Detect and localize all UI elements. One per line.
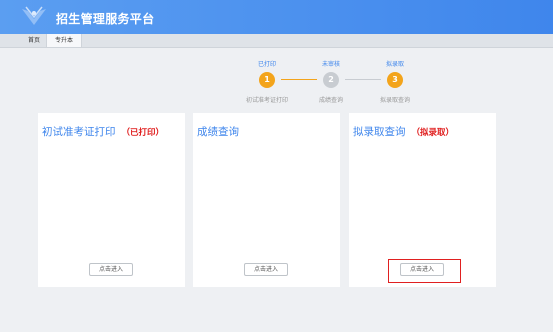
card-title-text: 拟录取查询 — [353, 126, 406, 138]
step-1-label: 初试准考证打印 — [245, 97, 288, 104]
card-title-text: 初试准考证打印 — [42, 126, 116, 138]
card-admission-ticket-print: 初试准考证打印 （已打印） 点击进入 — [38, 113, 185, 287]
step-3-circle: 3 — [387, 72, 403, 88]
step-2-status: 未审核 — [321, 61, 340, 68]
card-title-text: 成绩查询 — [197, 126, 239, 138]
card-score-query: 成绩查询 点击进入 — [193, 113, 340, 287]
enter-button[interactable]: 点击进入 — [89, 263, 133, 276]
card-title: 拟录取查询 （拟录取） — [353, 124, 454, 139]
step-connector-1 — [281, 79, 317, 80]
admission-status-tag: （拟录取） — [411, 128, 455, 138]
step-1-status: 已打印 — [257, 61, 276, 68]
step-connector-2 — [345, 79, 381, 80]
enter-button[interactable]: 点击进入 — [244, 263, 288, 276]
card-title: 成绩查询 — [197, 124, 239, 139]
step-1-circle: 1 — [259, 72, 275, 88]
highlight-box — [388, 259, 461, 283]
step-3-label: 拟录取查询 — [379, 97, 410, 104]
card-title: 初试准考证打印 （已打印） — [42, 124, 164, 139]
print-status-tag: （已打印） — [121, 128, 165, 138]
step-2-circle: 2 — [323, 72, 339, 88]
progress-steps: 已打印 未审核 拟录取 1 2 3 初试准考证打印 成绩查询 拟录取查询 — [0, 0, 553, 110]
step-2-label: 成绩查询 — [318, 97, 343, 104]
step-3-status: 拟录取 — [385, 61, 404, 68]
